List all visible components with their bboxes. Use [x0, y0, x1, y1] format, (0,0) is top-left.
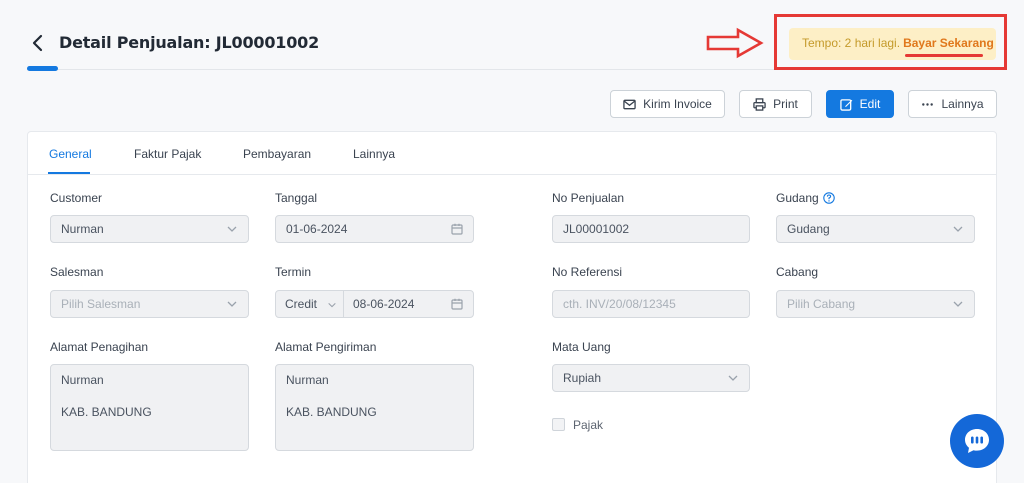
- customer-value: Nurman: [61, 222, 104, 236]
- tanggal-date-field[interactable]: 01-06-2024: [275, 215, 474, 243]
- chevron-down-icon: [952, 223, 964, 235]
- termin-field: Credit 08-06-2024: [275, 290, 474, 318]
- termin-label: Termin: [275, 265, 312, 279]
- alamat-penagihan-textarea[interactable]: Nurman KAB. BANDUNG: [50, 364, 249, 451]
- annotation-underline: [905, 54, 983, 57]
- calendar-icon: [451, 223, 463, 235]
- more-button[interactable]: Lainnya: [908, 90, 997, 118]
- alamat-pengiriman-label: Alamat Pengiriman: [275, 340, 377, 354]
- tab-lainnya[interactable]: Lainnya: [353, 147, 395, 161]
- customer-select[interactable]: Nurman: [50, 215, 249, 243]
- alamat-penagihan-label: Alamat Penagihan: [50, 340, 149, 354]
- tanggal-value: 01-06-2024: [286, 222, 348, 236]
- printer-icon: [753, 97, 766, 111]
- title-underline: [27, 66, 58, 71]
- chevron-down-icon: [327, 299, 337, 309]
- active-tab-indicator: [48, 172, 90, 174]
- cabang-label: Cabang: [776, 265, 819, 279]
- no-referensi-placeholder: cth. INV/20/08/12345: [563, 297, 676, 311]
- edit-label: Edit: [859, 97, 881, 111]
- pay-now-link[interactable]: Bayar Sekarang: [903, 36, 994, 50]
- chevron-down-icon: [727, 372, 739, 384]
- print-label: Print: [773, 97, 798, 111]
- salesman-placeholder: Pilih Salesman: [61, 297, 141, 311]
- no-penjualan-field[interactable]: JL00001002: [552, 215, 750, 243]
- mata-uang-select[interactable]: Rupiah: [552, 364, 750, 392]
- gudang-select[interactable]: Gudang: [776, 215, 975, 243]
- pajak-label: Pajak: [573, 418, 604, 432]
- gudang-label: Gudang: [776, 191, 835, 205]
- tab-general[interactable]: General: [49, 147, 92, 161]
- annotation-arrow-icon: [706, 27, 764, 59]
- tanggal-label: Tanggal: [275, 191, 318, 205]
- gudang-label-text: Gudang: [776, 191, 819, 205]
- alamat-pengiriman-line2: KAB. BANDUNG: [286, 405, 377, 419]
- salesman-select[interactable]: Pilih Salesman: [50, 290, 249, 318]
- alamat-penagihan-line1: Nurman: [61, 373, 104, 387]
- no-referensi-input[interactable]: cth. INV/20/08/12345: [552, 290, 750, 318]
- alamat-penagihan-line2: KAB. BANDUNG: [61, 405, 152, 419]
- gudang-value: Gudang: [787, 222, 830, 236]
- no-penjualan-label: No Penjualan: [552, 191, 625, 205]
- cabang-select[interactable]: Pilih Cabang: [776, 290, 975, 318]
- alamat-pengiriman-line1: Nurman: [286, 373, 329, 387]
- cabang-placeholder: Pilih Cabang: [787, 297, 856, 311]
- more-horizontal-icon: [922, 102, 934, 106]
- back-button[interactable]: [27, 30, 49, 56]
- tab-pembayaran[interactable]: Pembayaran: [243, 147, 311, 161]
- send-invoice-label: Kirim Invoice: [643, 97, 712, 111]
- alamat-pengiriman-textarea[interactable]: Nurman KAB. BANDUNG: [275, 364, 474, 451]
- chat-bubble-icon: [965, 429, 989, 453]
- termin-date-value: 08-06-2024: [353, 297, 415, 311]
- edit-icon: [839, 98, 853, 111]
- page-title: Detail Penjualan: JL00001002: [59, 33, 320, 52]
- detail-card: General Faktur Pajak Pembayaran Lainnya …: [27, 131, 997, 483]
- send-invoice-button[interactable]: Kirim Invoice: [610, 90, 725, 118]
- chevron-down-icon: [226, 298, 238, 310]
- tab-bar: General Faktur Pajak Pembayaran Lainnya: [28, 132, 996, 175]
- chevron-left-icon: [32, 34, 43, 52]
- more-label: Lainnya: [941, 97, 984, 111]
- mail-icon: [623, 99, 636, 109]
- no-referensi-label: No Referensi: [552, 265, 623, 279]
- chat-button[interactable]: [950, 414, 1004, 468]
- termin-date-field[interactable]: 08-06-2024: [344, 291, 473, 317]
- due-notice-text: Tempo: 2 hari lagi.: [802, 36, 901, 50]
- pajak-checkbox[interactable]: [552, 418, 565, 431]
- edit-button[interactable]: Edit: [826, 90, 894, 118]
- tab-faktur-pajak[interactable]: Faktur Pajak: [134, 147, 201, 161]
- calendar-icon: [451, 298, 463, 310]
- help-circle-icon[interactable]: [822, 192, 835, 204]
- no-penjualan-value: JL00001002: [563, 222, 630, 236]
- customer-label: Customer: [50, 191, 103, 205]
- termin-type-value: Credit: [285, 297, 318, 311]
- mata-uang-label: Mata Uang: [552, 340, 611, 354]
- chevron-down-icon: [952, 298, 964, 310]
- chevron-down-icon: [226, 223, 238, 235]
- print-button[interactable]: Print: [739, 90, 812, 118]
- salesman-label: Salesman: [50, 265, 104, 279]
- termin-type-select[interactable]: Credit: [276, 291, 344, 317]
- mata-uang-value: Rupiah: [563, 371, 602, 385]
